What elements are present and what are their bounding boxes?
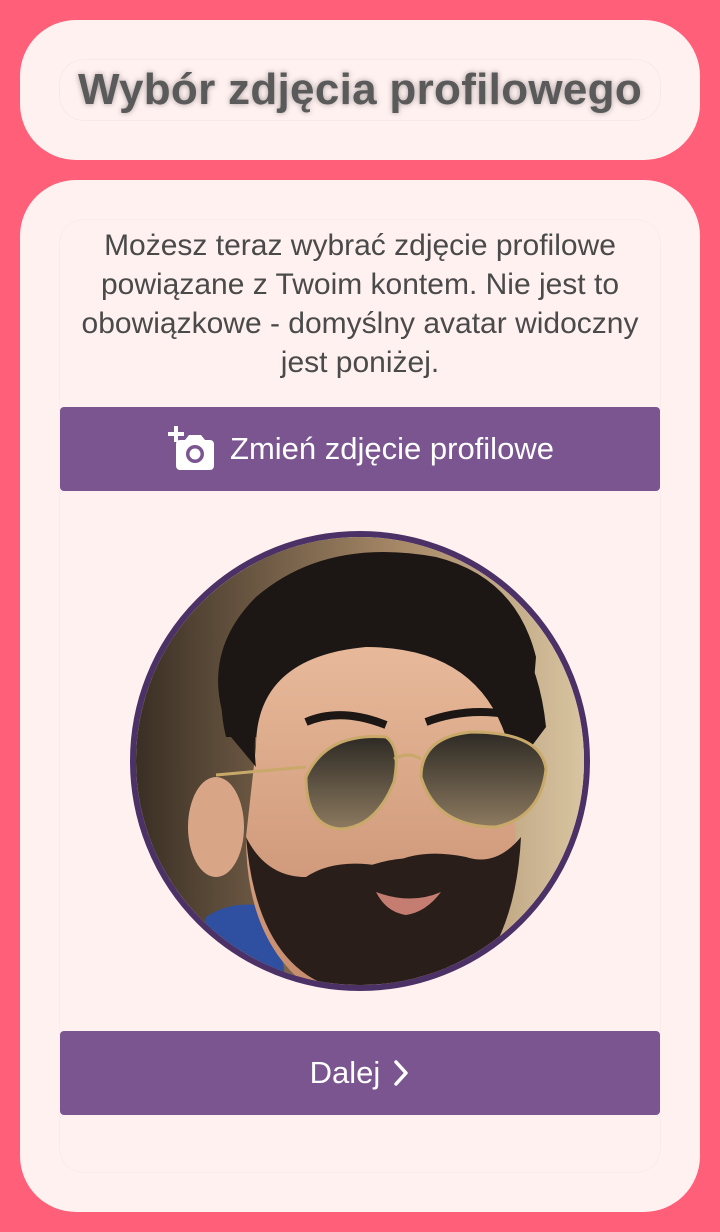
next-button-label: Dalej <box>309 1055 381 1090</box>
header-container: Wybór zdjęcia profilowego <box>60 60 660 120</box>
avatar[interactable] <box>130 531 590 991</box>
add-a-photo-icon <box>166 426 216 472</box>
change-profile-photo-button[interactable]: Zmień zdjęcie profilowe <box>60 407 660 491</box>
main-card: Możesz teraz wybrać zdjęcie profilowe po… <box>20 180 700 1212</box>
change-profile-photo-label: Zmień zdjęcie profilowe <box>230 431 554 466</box>
page-title: Wybór zdjęcia profilowego <box>77 65 643 114</box>
avatar-photo <box>136 537 584 985</box>
next-button[interactable]: Dalej <box>60 1031 660 1115</box>
chevron-right-icon <box>392 1059 410 1087</box>
description-text: Możesz teraz wybrać zdjęcie profilowe po… <box>81 229 639 379</box>
main-content: Możesz teraz wybrać zdjęcie profilowe po… <box>60 220 660 1172</box>
header-card: Wybór zdjęcia profilowego <box>20 20 700 160</box>
